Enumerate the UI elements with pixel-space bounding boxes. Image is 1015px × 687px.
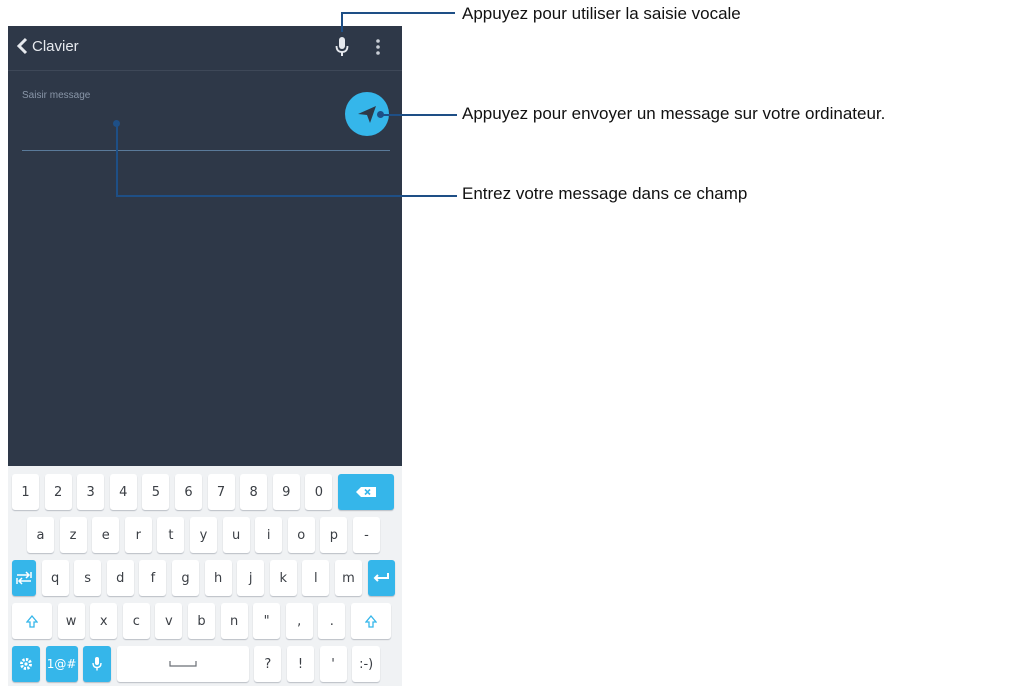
- symbols-key[interactable]: 1@#: [45, 646, 78, 682]
- number-row: 1 2 3 4 5 6 7 8 9 0: [12, 474, 394, 510]
- annotation-voice: Appuyez pour utiliser la saisie vocale: [462, 4, 741, 23]
- bottom-row: 1@# ? ! ' :-): [12, 646, 381, 682]
- settings-key[interactable]: [12, 646, 40, 682]
- key[interactable]: o: [287, 517, 315, 553]
- key[interactable]: 8: [240, 474, 268, 510]
- more-vertical-icon[interactable]: [374, 38, 382, 58]
- top-bar: Clavier: [8, 26, 402, 71]
- letter-row-1: a z e r t y u i o p -: [27, 517, 386, 553]
- send-icon: [358, 106, 376, 123]
- back-label: Clavier: [32, 37, 79, 55]
- key[interactable]: 4: [109, 474, 137, 510]
- backspace-icon: [355, 487, 376, 497]
- key[interactable]: j: [237, 560, 265, 596]
- key[interactable]: ?: [254, 646, 282, 682]
- key[interactable]: f: [139, 560, 167, 596]
- key[interactable]: d: [106, 560, 134, 596]
- emoji-key[interactable]: :-): [352, 646, 381, 682]
- tab-icon: [16, 571, 32, 585]
- key[interactable]: g: [171, 560, 199, 596]
- callout-line-input-vertical: [116, 124, 118, 196]
- shift-key-left[interactable]: [12, 603, 52, 639]
- key[interactable]: w: [57, 603, 85, 639]
- phone-screen: Clavier Saisir message 1 2 3 4 5 6 7 8 9: [8, 26, 402, 686]
- letter-row-2: q s d f g h j k l m: [12, 560, 395, 596]
- keyboard: 1 2 3 4 5 6 7 8 9 0 a z e r t y u i o p …: [8, 466, 402, 686]
- settings-icon: [20, 658, 32, 670]
- key[interactable]: v: [155, 603, 183, 639]
- annotation-input: Entrez votre message dans ce champ: [462, 184, 748, 203]
- message-placeholder: Saisir message: [22, 90, 91, 101]
- callout-line-input: [116, 195, 457, 197]
- key[interactable]: ': [319, 646, 347, 682]
- letter-row-3: w x c v b n " , .: [12, 603, 391, 639]
- key[interactable]: 5: [142, 474, 170, 510]
- key[interactable]: i: [255, 517, 283, 553]
- key[interactable]: c: [122, 603, 150, 639]
- enter-key[interactable]: [367, 560, 395, 596]
- key[interactable]: !: [286, 646, 314, 682]
- tab-key[interactable]: [12, 560, 36, 596]
- shift-icon: [26, 614, 38, 628]
- key[interactable]: b: [187, 603, 215, 639]
- key[interactable]: n: [220, 603, 248, 639]
- key[interactable]: ": [253, 603, 281, 639]
- space-key[interactable]: [116, 646, 249, 682]
- key[interactable]: 2: [44, 474, 72, 510]
- key[interactable]: u: [222, 517, 250, 553]
- chevron-left-icon: [16, 37, 28, 55]
- key[interactable]: 6: [174, 474, 202, 510]
- key[interactable]: p: [320, 517, 348, 553]
- callout-line-send: [381, 114, 457, 116]
- key[interactable]: 0: [305, 474, 333, 510]
- key[interactable]: 1: [12, 474, 39, 510]
- key[interactable]: z: [59, 517, 87, 553]
- key[interactable]: ,: [285, 603, 313, 639]
- key[interactable]: h: [204, 560, 232, 596]
- key[interactable]: e: [92, 517, 120, 553]
- voice-key[interactable]: [83, 646, 112, 682]
- shift-key-right[interactable]: [350, 603, 391, 639]
- annotation-send: Appuyez pour envoyer un message sur votr…: [462, 104, 886, 123]
- key[interactable]: t: [157, 517, 185, 553]
- key[interactable]: x: [90, 603, 118, 639]
- key[interactable]: a: [27, 517, 54, 553]
- key[interactable]: 7: [207, 474, 235, 510]
- key[interactable]: l: [302, 560, 330, 596]
- message-input[interactable]: Saisir message: [22, 88, 390, 151]
- key[interactable]: y: [189, 517, 217, 553]
- key[interactable]: k: [269, 560, 297, 596]
- key[interactable]: 3: [77, 474, 105, 510]
- key[interactable]: -: [352, 517, 380, 553]
- key[interactable]: q: [41, 560, 69, 596]
- key[interactable]: s: [74, 560, 102, 596]
- key[interactable]: 9: [272, 474, 300, 510]
- key[interactable]: .: [318, 603, 346, 639]
- enter-icon: [373, 573, 390, 582]
- key[interactable]: r: [124, 517, 152, 553]
- back-button[interactable]: Clavier: [16, 37, 79, 55]
- microphone-icon: [92, 657, 102, 671]
- backspace-key[interactable]: [337, 474, 394, 510]
- callout-line-voice: [341, 12, 455, 14]
- shift-icon: [364, 614, 377, 628]
- key[interactable]: m: [334, 560, 362, 596]
- space-icon: [169, 661, 197, 667]
- callout-line-voice-vertical: [341, 12, 343, 32]
- microphone-icon[interactable]: [334, 36, 350, 58]
